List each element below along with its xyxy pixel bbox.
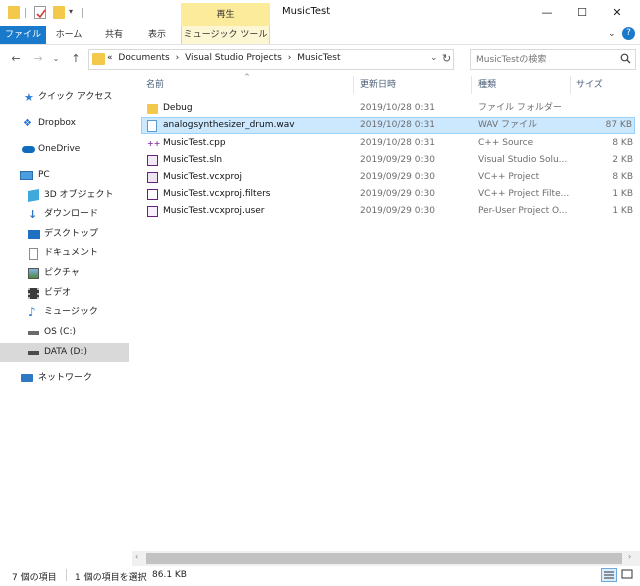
breadcrumb-separator[interactable]: › [288,53,292,63]
file-row-sln[interactable]: MusicTest.sln 2019/09/29 0:30 Visual Stu… [141,152,635,169]
breadcrumb-separator[interactable]: › [176,53,180,63]
nav-item-drive-c[interactable]: OS (C:) [0,323,129,342]
user-file-icon [147,206,158,217]
tab-share[interactable]: 共有 [95,26,133,44]
selection-size: 86.1 KB [152,570,187,580]
folder-icon [147,104,158,114]
file-row-vcxproj[interactable]: MusicTest.vcxproj 2019/09/29 0:30 VC++ P… [141,169,635,186]
context-tab-group-label: 再生 [181,3,270,26]
new-folder-icon[interactable] [53,6,65,19]
large-icons-view-icon[interactable] [620,568,636,582]
search-icon[interactable] [620,53,631,67]
close-button[interactable]: ✕ [594,3,640,23]
window-title: MusicTest [282,6,331,17]
column-header-size[interactable]: サイズ [576,76,636,94]
breadcrumb-item[interactable]: Visual Studio Projects [185,53,282,63]
cube-icon [28,189,39,202]
nav-item-dropbox[interactable]: ❖ Dropbox [0,114,129,133]
toolbar-separator [82,8,83,18]
music-icon: ♪ [28,305,36,319]
nav-item-documents[interactable]: ドキュメント [0,244,129,263]
tab-music-tools[interactable]: ミュージック ツール [181,26,270,44]
details-view-icon[interactable] [601,568,617,582]
breadcrumb-overflow[interactable]: « [107,53,113,63]
scroll-right-icon[interactable]: › [628,552,631,561]
download-icon: ↓ [28,208,38,221]
desktop-icon [28,230,40,239]
computer-icon [20,171,33,180]
column-header-type[interactable]: 種類 [478,76,568,94]
nav-item-quick-access[interactable]: ★ クイック アクセス [0,88,129,107]
nav-item-music[interactable]: ♪ ミュージック [0,303,129,322]
vcxproj-file-icon [147,172,158,183]
breadcrumb-item[interactable]: Documents [118,53,169,63]
tab-file[interactable]: ファイル [0,26,46,44]
toolbar-separator [25,8,26,18]
tab-home[interactable]: ホーム [50,26,88,44]
scrollbar-thumb[interactable] [146,553,622,564]
cpp-file-icon: ++ [147,139,161,148]
nav-item-pc[interactable]: PC [0,166,129,185]
network-icon [21,374,33,382]
document-icon [29,248,38,260]
breadcrumb-item[interactable]: MusicTest [297,53,340,63]
file-row-filters[interactable]: MusicTest.vcxproj.filters 2019/09/29 0:3… [141,186,635,203]
folder-icon [8,6,20,19]
file-row-user[interactable]: MusicTest.vcxproj.user 2019/09/29 0:30 P… [141,203,635,220]
forward-arrow-icon[interactable]: → [30,51,46,67]
column-divider[interactable] [353,76,354,94]
pictures-icon [28,268,39,279]
up-arrow-icon[interactable]: ↑ [68,51,84,67]
nav-item-pictures[interactable]: ピクチャ [0,264,129,283]
dropbox-icon: ❖ [23,118,32,129]
solution-file-icon [147,155,158,166]
breadcrumb[interactable]: « Documents › Visual Studio Projects › M… [107,53,344,63]
column-headers: 名前 更新日時 種類 サイズ [136,76,640,94]
column-header-name[interactable]: 名前 [146,76,346,94]
address-dropdown-icon[interactable]: ⌄ [430,53,438,63]
column-divider[interactable] [471,76,472,94]
refresh-icon[interactable]: ↻ [442,52,451,65]
nav-item-drive-d[interactable]: DATA (D:) [0,343,129,362]
file-row-cpp[interactable]: ++ MusicTest.cpp 2019/10/28 0:31 C++ Sou… [141,135,635,152]
status-divider [66,569,67,581]
navigation-pane: ★ クイック アクセス ❖ Dropbox OneDrive PC 3D オブジ… [0,76,130,566]
expand-ribbon-icon[interactable]: ⌄ [608,29,616,39]
cloud-icon [22,146,35,153]
drive-icon [28,351,39,355]
search-input[interactable] [476,52,616,68]
help-icon[interactable]: ? [622,27,635,40]
file-row-debug[interactable]: Debug 2019/10/28 0:31 ファイル フォルダー [141,100,635,117]
file-row-wav[interactable]: analogsynthesizer_drum.wav 2019/10/28 0:… [141,117,635,134]
nav-item-desktop[interactable]: デスクトップ [0,225,129,244]
scroll-left-icon[interactable]: ‹ [135,552,138,561]
star-icon: ★ [24,91,34,104]
selection-count: 1 個の項目を選択 [75,573,147,583]
filters-file-icon [147,189,158,200]
item-count: 7 個の項目 [12,573,57,583]
nav-item-downloads[interactable]: ↓ ダウンロード [0,205,129,224]
drive-icon [28,331,39,335]
column-divider[interactable] [570,76,571,94]
audio-file-icon [147,120,157,132]
column-header-date[interactable]: 更新日時 [360,76,470,94]
nav-item-3d-objects[interactable]: 3D オブジェクト [0,186,129,205]
recent-locations-icon[interactable]: ⌄ [48,51,64,67]
tab-view[interactable]: 表示 [138,26,176,44]
video-icon [28,288,39,299]
folder-icon [92,53,105,65]
nav-item-onedrive[interactable]: OneDrive [0,140,129,159]
quick-access-dropdown-icon[interactable]: ▾ [69,7,73,16]
nav-item-videos[interactable]: ビデオ [0,284,129,303]
back-arrow-icon[interactable]: ← [8,51,24,67]
properties-icon[interactable] [34,6,46,19]
nav-item-network[interactable]: ネットワーク [0,369,129,388]
